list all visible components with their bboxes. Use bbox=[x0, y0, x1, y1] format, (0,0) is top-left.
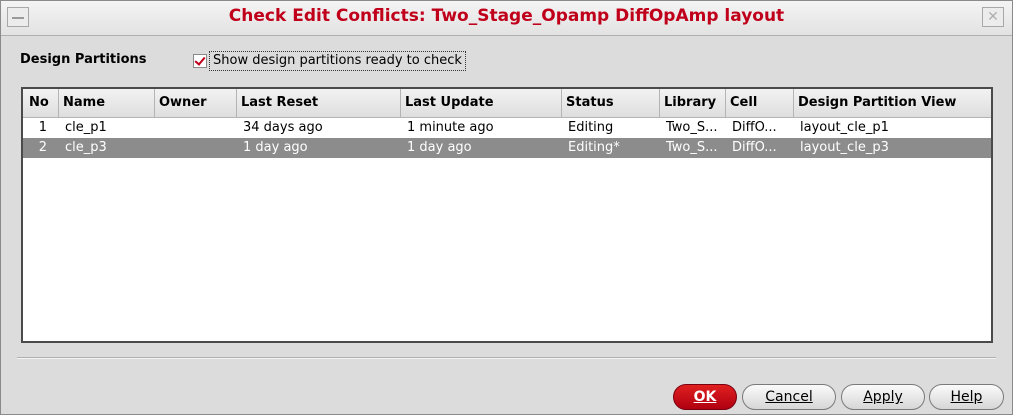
cell-status: Editing bbox=[568, 120, 614, 135]
cell-no: 1 bbox=[38, 120, 47, 135]
cell-last-update: 1 day ago bbox=[407, 140, 472, 155]
cell-owner bbox=[155, 138, 237, 158]
cell-status: Editing* bbox=[568, 140, 620, 155]
cell-owner bbox=[155, 118, 237, 138]
design-partitions-label: Design Partitions bbox=[20, 52, 147, 67]
table-row-selected[interactable]: 2 cle_p3 1 day ago 1 day ago Editing* Tw… bbox=[23, 138, 991, 158]
column-header-no[interactable]: No bbox=[23, 89, 59, 117]
apply-button[interactable]: Apply bbox=[841, 384, 925, 410]
cell-partition-view: layout_cle_p3 bbox=[800, 140, 889, 155]
column-header-design-partition-view[interactable]: Design Partition View bbox=[794, 89, 985, 117]
cell-name: cle_p3 bbox=[65, 140, 107, 155]
partitions-table: No Name Owner Last Reset Last Update Sta… bbox=[21, 87, 993, 343]
cell-last-reset: 1 day ago bbox=[243, 140, 308, 155]
column-header-library[interactable]: Library bbox=[660, 89, 726, 117]
cancel-button[interactable]: Cancel bbox=[742, 384, 836, 410]
column-header-cell[interactable]: Cell bbox=[726, 89, 794, 117]
cell-last-reset: 34 days ago bbox=[243, 120, 323, 135]
column-header-name[interactable]: Name bbox=[59, 89, 155, 117]
table-row[interactable]: 1 cle_p1 34 days ago 1 minute ago Editin… bbox=[23, 118, 991, 138]
cell-last-update: 1 minute ago bbox=[407, 120, 494, 135]
table-body: 1 cle_p1 34 days ago 1 minute ago Editin… bbox=[23, 118, 991, 158]
column-header-owner[interactable]: Owner bbox=[155, 89, 237, 117]
title-bar: Check Edit Conflicts: Two_Stage_Opamp Di… bbox=[1, 1, 1012, 36]
check-edit-conflicts-dialog: Check Edit Conflicts: Two_Stage_Opamp Di… bbox=[0, 0, 1013, 415]
cell-library: Two_S... bbox=[666, 120, 718, 135]
cell-partition-view: layout_cle_p1 bbox=[800, 120, 889, 135]
cell-library: Two_S... bbox=[666, 140, 718, 155]
cell-name: cle_p1 bbox=[65, 120, 107, 135]
ok-button[interactable]: OK bbox=[673, 384, 737, 410]
column-header-last-reset[interactable]: Last Reset bbox=[237, 89, 401, 117]
separator bbox=[17, 357, 996, 359]
cell-cell: DiffO... bbox=[732, 120, 777, 135]
cell-no: 2 bbox=[38, 140, 47, 155]
show-ready-checkbox[interactable] bbox=[193, 54, 207, 68]
window-title: Check Edit Conflicts: Two_Stage_Opamp Di… bbox=[228, 6, 785, 26]
show-ready-toggle[interactable]: Show design partitions ready to check bbox=[193, 51, 466, 71]
help-button[interactable]: Help bbox=[929, 384, 1004, 410]
table-header: No Name Owner Last Reset Last Update Sta… bbox=[23, 89, 991, 118]
close-button[interactable]: ✕ bbox=[982, 7, 1004, 27]
cell-cell: DiffO... bbox=[732, 140, 777, 155]
show-ready-label[interactable]: Show design partitions ready to check bbox=[209, 51, 466, 71]
column-header-last-update[interactable]: Last Update bbox=[401, 89, 562, 117]
column-header-status[interactable]: Status bbox=[562, 89, 660, 117]
